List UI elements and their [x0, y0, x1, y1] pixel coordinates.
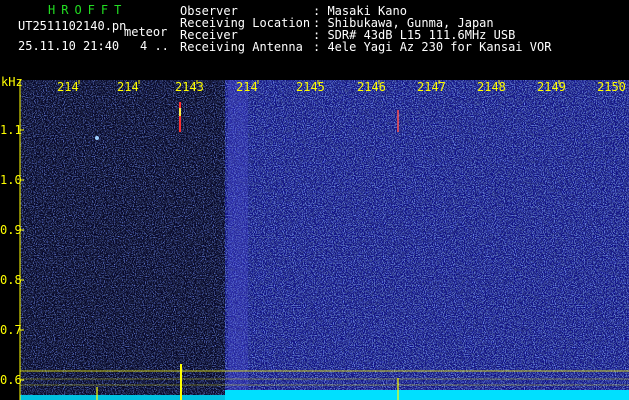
- x-tick-label: 214: [236, 80, 258, 94]
- x-tick-label: 214: [117, 80, 139, 94]
- y-tick-label: 0.8: [0, 273, 22, 287]
- x-tick-label: 214: [57, 80, 79, 94]
- app-brand: HROFFT: [48, 3, 128, 17]
- x-tick-label: 2148: [477, 80, 506, 94]
- y-tick-label: 0.6: [0, 373, 22, 387]
- antenna-value: : 4ele Yagi Az 230 for Kansai VOR: [313, 40, 552, 54]
- power-trace-left: [20, 395, 225, 400]
- power-trace: [225, 390, 629, 400]
- detection-count: 4 ..: [140, 39, 169, 53]
- noise-texture-bright: [225, 80, 629, 400]
- file-name: UT2511102140.pn: [18, 19, 127, 33]
- antenna-label: Receiving Antenna: [180, 40, 303, 54]
- y-tick-label: 1.1: [0, 123, 22, 137]
- x-tick-label: 2149: [537, 80, 566, 94]
- mode-label: meteor: [124, 25, 168, 39]
- x-tick-label: 2146: [357, 80, 386, 94]
- bright-column: [228, 80, 248, 400]
- x-tick-label: 2143: [175, 80, 204, 94]
- x-tick-label: 2145: [296, 80, 325, 94]
- date-time: 25.11.10 21:40: [18, 39, 120, 53]
- y-tick-label: 0.7: [0, 323, 22, 337]
- y-tick-label: 1.0: [0, 173, 22, 187]
- unit-label: kHz: [1, 75, 23, 89]
- x-tick-label: 2150: [597, 80, 626, 94]
- meteor-dot: [95, 136, 99, 140]
- spectrogram: kHz 214 214 2143 214 2145 2146 2147 2148 2149 215…: [0, 75, 629, 400]
- x-tick-label: 2147: [417, 80, 446, 94]
- y-tick-label: 0.9: [0, 223, 22, 237]
